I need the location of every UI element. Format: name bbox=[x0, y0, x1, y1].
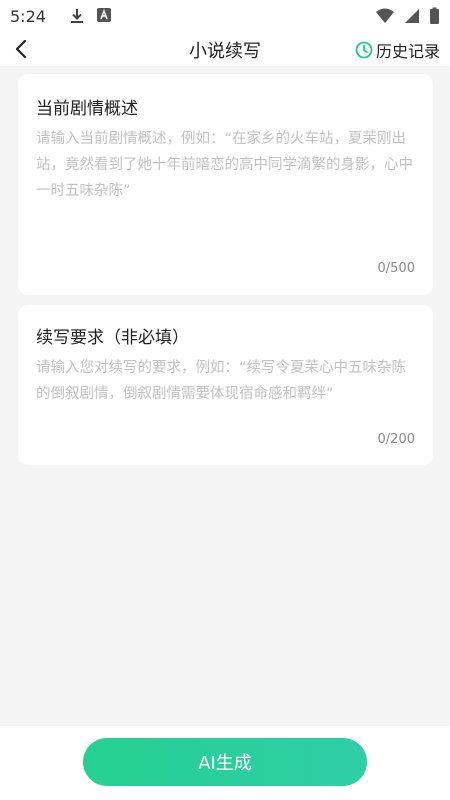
requirement-card: 续写要求（非必填） 0/200 bbox=[18, 305, 433, 465]
bottom-action-bar: AI生成 bbox=[0, 726, 450, 800]
clock-icon bbox=[355, 41, 373, 59]
history-button[interactable]: 历史记录 bbox=[355, 38, 440, 62]
history-label: 历史记录 bbox=[375, 42, 440, 61]
requirement-counter: 0/200 bbox=[377, 432, 415, 447]
app-bar: 小说续写 历史记录 bbox=[0, 32, 450, 66]
cellular-signal-icon bbox=[403, 7, 421, 29]
status-icons bbox=[375, 7, 440, 29]
requirement-input[interactable] bbox=[36, 355, 416, 421]
plot-summary-title: 当前剧情概述 bbox=[36, 99, 138, 119]
plot-summary-card: 当前剧情概述 0/500 bbox=[18, 74, 433, 295]
wifi-icon bbox=[375, 7, 395, 29]
plot-summary-counter: 0/500 bbox=[377, 261, 415, 276]
battery-icon bbox=[429, 7, 440, 29]
status-time: 5:24 bbox=[10, 6, 46, 26]
status-bar: 5:24 bbox=[0, 0, 450, 32]
download-icon bbox=[68, 7, 86, 25]
plot-summary-input[interactable] bbox=[36, 126, 416, 248]
ai-generate-button[interactable]: AI生成 bbox=[83, 738, 367, 786]
translate-app-icon bbox=[96, 7, 114, 25]
requirement-title: 续写要求（非必填） bbox=[36, 328, 189, 348]
